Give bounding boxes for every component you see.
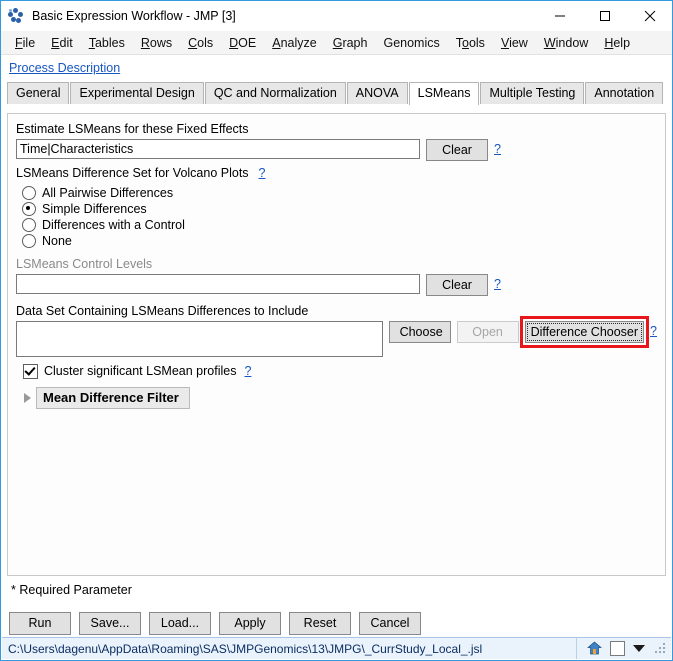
control-levels-help-icon[interactable]: ? — [494, 274, 501, 294]
tab-strip: General Experimental Design QC and Norma… — [1, 81, 672, 105]
home-icon[interactable] — [587, 641, 602, 656]
application-window: Basic Expression Workflow - JMP [3] File… — [0, 0, 673, 661]
difference-set-label-row: LSMeans Difference Set for Volcano Plots… — [16, 166, 657, 181]
lsmeans-panel: Estimate LSMeans for these Fixed Effects… — [7, 113, 666, 576]
radio-circle-icon — [22, 233, 36, 248]
tab-anova[interactable]: ANOVA — [346, 82, 408, 104]
window-controls — [537, 1, 672, 31]
save-button[interactable]: Save... — [79, 612, 141, 635]
data-set-label: Data Set Containing LSMeans Differences … — [16, 304, 309, 318]
window-title: Basic Expression Workflow - JMP [3] — [32, 9, 236, 23]
process-description-row: Process Description — [1, 55, 672, 81]
data-set-help-icon[interactable]: ? — [650, 321, 657, 341]
tab-general[interactable]: General — [7, 82, 70, 104]
minimize-icon[interactable] — [537, 1, 582, 31]
status-path-text: C:\Users\dagenu\AppData\Roaming\SAS\JMPG… — [8, 641, 483, 656]
control-levels-label: LSMeans Control Levels — [16, 257, 153, 271]
control-levels-clear-button[interactable]: Clear — [426, 274, 488, 296]
load-button[interactable]: Load... — [149, 612, 211, 635]
tab-annotation[interactable]: Annotation — [585, 82, 664, 104]
menu-item-analyze[interactable]: Analyze — [264, 34, 324, 52]
tab-experimental-design[interactable]: Experimental Design — [70, 82, 204, 104]
tab-multiple-testing[interactable]: Multiple Testing — [480, 82, 585, 104]
difference-set-radio-group: All Pairwise Differences Simple Differen… — [16, 185, 657, 248]
difference-chooser-label: Difference Chooser — [530, 325, 639, 339]
data-set-input[interactable] — [16, 321, 383, 357]
radio-none[interactable]: None — [22, 233, 657, 248]
status-bar: C:\Users\dagenu\AppData\Roaming\SAS\JMPG… — [2, 637, 671, 659]
radio-label: Simple Differences — [42, 201, 147, 216]
cluster-significant-checkbox-row[interactable]: Cluster significant LSMean profiles ? — [23, 363, 657, 379]
menu-item-tools[interactable]: Tools — [448, 34, 493, 52]
difference-chooser-button[interactable]: Difference Chooser — [524, 321, 645, 343]
resize-grip-icon[interactable] — [655, 642, 667, 655]
required-parameter-note: * Required Parameter — [11, 583, 132, 597]
dropdown-caret-icon[interactable] — [633, 645, 645, 652]
cluster-significant-checkbox-label: Cluster significant LSMean profiles — [44, 364, 237, 378]
open-button: Open — [456, 321, 519, 343]
status-tools — [576, 638, 671, 659]
menu-bar: File Edit Tables Rows Cols DOE Analyze G… — [1, 31, 672, 55]
cluster-checkbox-help-icon[interactable]: ? — [244, 364, 251, 379]
cancel-button[interactable]: Cancel — [359, 612, 421, 635]
chevron-right-icon — [24, 393, 31, 403]
jmp-molecule-icon — [8, 8, 24, 24]
menu-item-graph[interactable]: Graph — [325, 34, 376, 52]
difference-chooser-highlight-wrap: Difference Chooser — [519, 316, 650, 348]
checkbox-checked-icon — [23, 363, 38, 379]
radio-circle-icon — [22, 185, 36, 200]
radio-simple-differences[interactable]: Simple Differences — [22, 201, 657, 216]
fixed-effects-label: Estimate LSMeans for these Fixed Effects — [16, 122, 249, 136]
fixed-effects-input[interactable] — [16, 139, 420, 159]
menu-item-edit[interactable]: Edit — [43, 34, 81, 52]
choose-button[interactable]: Choose — [388, 321, 451, 343]
difference-set-label: LSMeans Difference Set for Volcano Plots — [16, 166, 249, 180]
mean-difference-filter-label: Mean Difference Filter — [36, 387, 190, 409]
process-description-link[interactable]: Process Description — [9, 61, 120, 75]
title-bar: Basic Expression Workflow - JMP [3] — [1, 1, 672, 31]
mean-difference-filter-section[interactable]: Mean Difference Filter — [24, 387, 657, 409]
maximize-icon[interactable] — [582, 1, 627, 31]
menu-item-genomics[interactable]: Genomics — [375, 34, 447, 52]
menu-item-file[interactable]: File — [7, 34, 43, 52]
radio-all-pairwise-differences[interactable]: All Pairwise Differences — [22, 185, 657, 200]
tab-qc-and-normalization[interactable]: QC and Normalization — [204, 82, 346, 104]
radio-label: None — [42, 233, 72, 248]
radio-label: Differences with a Control — [42, 217, 185, 232]
radio-circle-icon — [22, 217, 36, 232]
menu-item-window[interactable]: Window — [536, 34, 596, 52]
apply-button[interactable]: Apply — [219, 612, 281, 635]
run-button[interactable]: Run — [9, 612, 71, 635]
radio-differences-with-a-control[interactable]: Differences with a Control — [22, 217, 657, 232]
menu-item-doe[interactable]: DOE — [221, 34, 264, 52]
difference-set-help-icon[interactable]: ? — [259, 166, 266, 181]
data-set-row: Choose Open Difference Chooser ? — [16, 316, 657, 357]
fixed-effects-help-icon[interactable]: ? — [494, 139, 501, 159]
menu-item-view[interactable]: View — [493, 34, 536, 52]
radio-circle-selected-icon — [22, 201, 36, 216]
fixed-effects-clear-button[interactable]: Clear — [426, 139, 488, 161]
action-button-bar: Run Save... Load... Apply Reset Cancel — [9, 612, 421, 635]
menu-item-rows[interactable]: Rows — [133, 34, 180, 52]
close-icon[interactable] — [627, 1, 672, 31]
fixed-effects-row: Clear ? — [16, 139, 657, 161]
menu-item-help[interactable]: Help — [596, 34, 638, 52]
menu-item-cols[interactable]: Cols — [180, 34, 221, 52]
tab-lsmeans[interactable]: LSMeans — [408, 82, 480, 105]
menu-item-tables[interactable]: Tables — [81, 34, 133, 52]
control-levels-input[interactable] — [16, 274, 420, 294]
reset-button[interactable]: Reset — [289, 612, 351, 635]
control-levels-row: Clear ? — [16, 274, 657, 296]
radio-label: All Pairwise Differences — [42, 185, 174, 200]
white-square-icon[interactable] — [610, 641, 625, 656]
